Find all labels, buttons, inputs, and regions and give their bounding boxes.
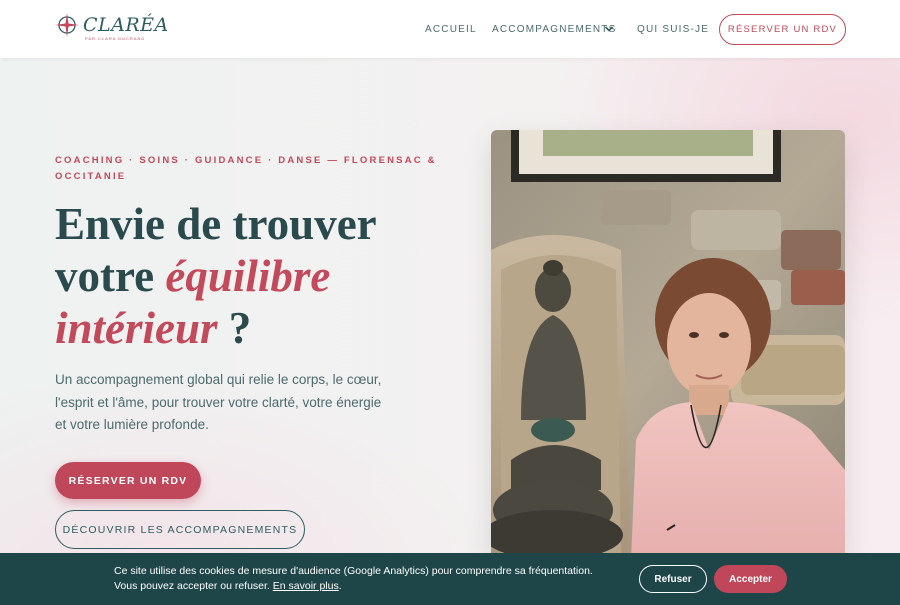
hero-lead: Un accompagnement global qui relie le co… [55, 372, 382, 432]
portrait-illustration [491, 130, 845, 560]
hero-photo [491, 130, 845, 560]
headline-accent-equilibre: équilibre [165, 251, 331, 301]
nav-accueil[interactable]: ACCUEIL [425, 24, 477, 35]
headline-accent-interieur: intérieur [55, 303, 218, 353]
chevron-down-icon[interactable] [604, 25, 614, 33]
cookie-message: Ce site utilise des cookies de mesure d'… [114, 564, 614, 594]
cookie-link-suffix: . [338, 580, 342, 592]
discover-services-button[interactable]: DÉCOUVRIR LES ACCOMPAGNEMENTS [55, 510, 305, 549]
headline-line1: Envie de trouver [55, 199, 377, 249]
logo[interactable]: CLARÉA PAR CLARA DUCRAND [55, 12, 168, 42]
compass-star-icon [55, 13, 79, 37]
cookie-text: Ce site utilise des cookies de mesure d'… [114, 565, 593, 592]
logo-text: CLARÉA [83, 14, 169, 36]
hero-eyebrow: COACHING · SOINS · GUIDANCE · DANSE — FL… [55, 155, 437, 182]
cookie-accept-button[interactable]: Accepter [714, 565, 787, 593]
cookie-refuse-button[interactable]: Refuser [639, 565, 707, 593]
book-appointment-button[interactable]: RÉSERVER UN RDV [55, 462, 201, 499]
headline-suffix: ? [217, 303, 252, 353]
logo-subtitle: PAR CLARA DUCRAND [85, 36, 146, 41]
nav-qui-suis-je[interactable]: QUI SUIS-JE [637, 24, 709, 35]
header-book-button[interactable]: RÉSERVER UN RDV [719, 14, 846, 45]
cookie-learn-more-link[interactable]: En savoir plus [273, 580, 339, 592]
cookie-banner: Ce site utilise des cookies de mesure d'… [0, 553, 900, 605]
hero-headline: Envie de trouver votre équilibre intérieur… [55, 198, 475, 354]
site-header: CLARÉA PAR CLARA DUCRAND ACCUEIL ACCOMPA… [0, 0, 900, 58]
nav-accompagnements[interactable]: ACCOMPAGNEMENTS [492, 24, 617, 35]
headline-prefix: votre [55, 251, 166, 301]
